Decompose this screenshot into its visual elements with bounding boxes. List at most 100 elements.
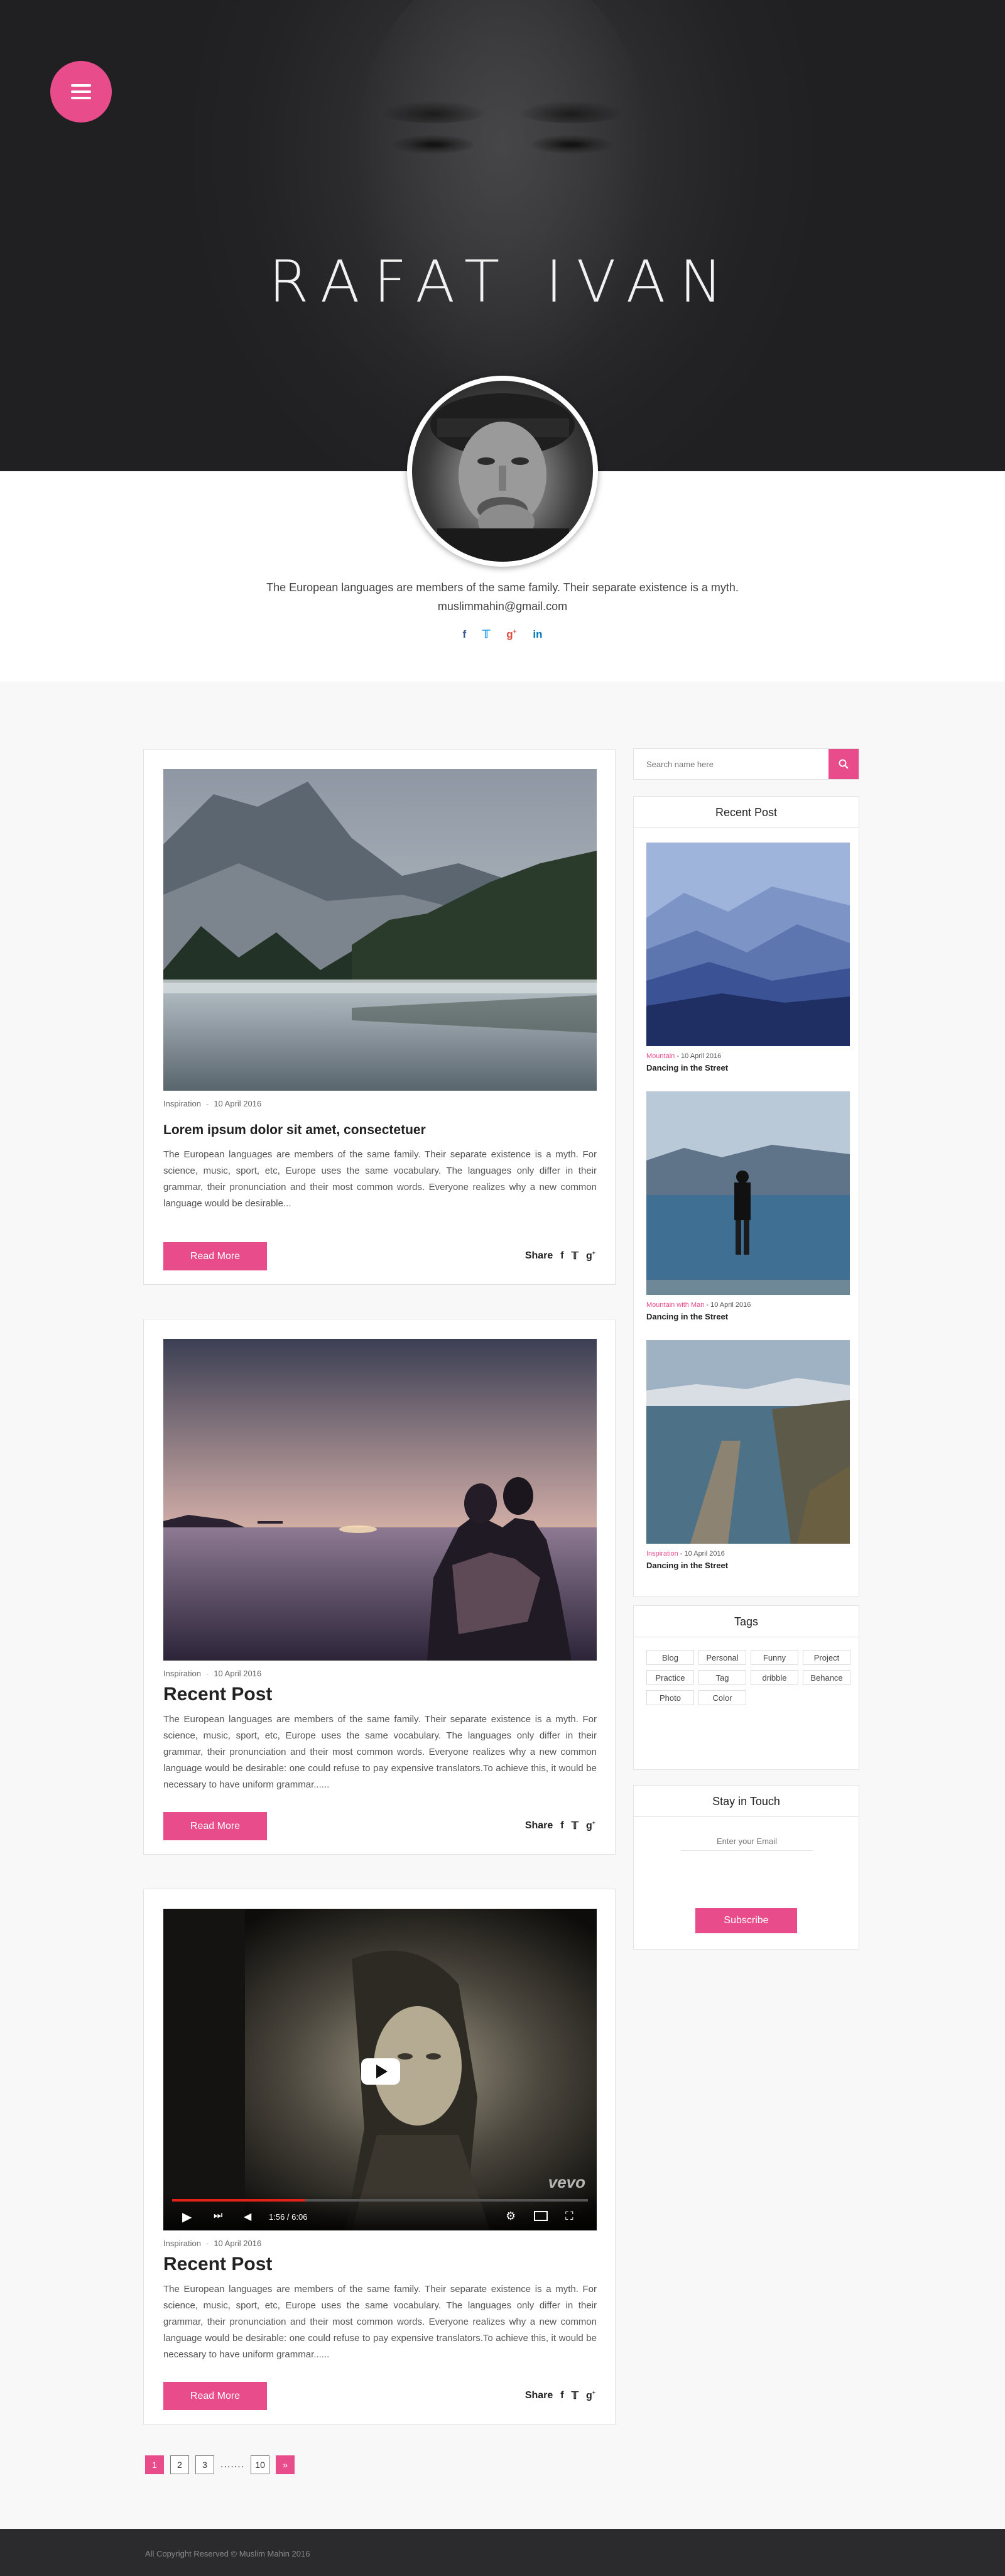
next-page-button[interactable]: » — [276, 2455, 295, 2474]
twitter-icon[interactable]: 𝕋 — [572, 2389, 579, 2402]
recent-post-title[interactable]: Dancing in the Street — [646, 1561, 728, 1570]
tag-item[interactable]: Funny — [751, 1650, 798, 1665]
volume-icon[interactable]: ◀ — [244, 2210, 251, 2223]
email-field[interactable] — [681, 1832, 813, 1851]
tag-item[interactable]: Blog — [646, 1650, 694, 1665]
search-input[interactable] — [634, 749, 828, 779]
video-progress-track[interactable] — [172, 2199, 588, 2202]
recent-post-category[interactable]: Mountain — [646, 1052, 675, 1060]
hamburger-menu-icon — [71, 84, 91, 99]
read-more-button[interactable]: Read More — [163, 1812, 267, 1840]
tag-item[interactable]: Tag — [698, 1670, 746, 1685]
tags-widget: Tags Blog Personal Funny Project Practic… — [633, 1605, 859, 1770]
tag-cloud: Blog Personal Funny Project Practice Tag… — [646, 1650, 854, 1705]
post-date: 10 April 2016 — [214, 2239, 262, 2248]
tag-item[interactable]: Project — [803, 1650, 850, 1665]
post-image — [163, 1339, 597, 1661]
post-card: Inspiration -10 April 2016 Lorem ipsum do… — [143, 749, 616, 1285]
footer: All Copyright Reserved © Muslim Mahin 20… — [0, 2529, 1005, 2576]
page-link-3[interactable]: 3 — [195, 2455, 214, 2474]
post-image — [163, 769, 597, 1091]
search-button[interactable] — [828, 749, 859, 779]
facebook-icon[interactable]: f — [560, 1250, 563, 1262]
share-links: Share f 𝕋 g+ — [525, 1820, 595, 1832]
post-category[interactable]: Inspiration — [163, 2239, 201, 2248]
profile-bio: The European languages are members of th… — [266, 581, 739, 594]
share-label: Share — [524, 2390, 553, 2401]
post-title[interactable]: Lorem ipsum dolor sit amet, consectetuer — [163, 1123, 426, 1138]
play-icon[interactable]: ▶ — [182, 2209, 192, 2225]
google-plus-icon[interactable]: g+ — [586, 1250, 595, 1262]
post-card: Inspiration -10 April 2016 Recent Post Th… — [143, 1319, 616, 1855]
page-link-last[interactable]: 10 — [251, 2455, 270, 2474]
video-watermark: vevo — [548, 2173, 585, 2191]
pagination-ellipsis: ....... — [220, 2459, 245, 2470]
recent-post-image[interactable] — [646, 1091, 850, 1295]
post-date: 10 April 2016 — [214, 1099, 262, 1108]
widget-title: Tags — [634, 1606, 859, 1637]
post-category[interactable]: Inspiration — [163, 1669, 201, 1678]
video-player[interactable]: vevo ▶ ⏭ ◀ 1:56 / 6:06 ⚙ ⛶ — [163, 1909, 597, 2230]
recent-post-meta: Inspiration - 10 April 2016 — [646, 1550, 725, 1558]
recent-post-category[interactable]: Inspiration — [646, 1550, 678, 1558]
wooden-pier-image — [646, 1340, 850, 1544]
hero-portrait-eye — [531, 135, 612, 154]
page-link-2[interactable]: 2 — [170, 2455, 189, 2474]
theater-mode-icon[interactable] — [534, 2211, 548, 2221]
blue-mountains-image — [646, 843, 850, 1046]
read-more-button[interactable]: Read More — [163, 1242, 267, 1270]
google-plus-icon[interactable]: g+ — [586, 1820, 595, 1831]
twitter-icon[interactable]: 𝕋 — [572, 1820, 579, 1832]
linkedin-icon[interactable]: in — [533, 628, 542, 641]
share-links: Share f 𝕋 g+ — [525, 1250, 595, 1262]
misty-mountain-lake-image — [163, 769, 597, 1091]
fullscreen-icon[interactable]: ⛶ — [565, 2210, 573, 2223]
recent-post-category[interactable]: Mountain with Man — [646, 1301, 704, 1309]
post-category[interactable]: Inspiration — [163, 1099, 201, 1108]
tag-item[interactable]: Practice — [646, 1670, 694, 1685]
subscribe-button[interactable]: Subscribe — [695, 1908, 797, 1933]
post-meta: Inspiration -10 April 2016 — [163, 2239, 262, 2248]
tag-item[interactable]: Behance — [803, 1670, 850, 1685]
recent-post-image[interactable] — [646, 843, 850, 1046]
settings-gear-icon[interactable]: ⚙ — [506, 2210, 516, 2223]
copyright-text: All Copyright Reserved © Muslim Mahin 20… — [145, 2549, 310, 2558]
avatar-portrait-graphic — [430, 393, 575, 562]
site-title: RAFAT IVAN — [268, 248, 737, 315]
page-link-1[interactable]: 1 — [145, 2455, 164, 2474]
hero-background-portrait — [352, 0, 653, 402]
play-icon — [376, 2065, 388, 2078]
google-plus-icon[interactable]: g+ — [586, 2389, 595, 2401]
share-label: Share — [524, 1820, 553, 1831]
tag-item[interactable]: Personal — [698, 1650, 746, 1665]
post-excerpt: The European languages are members of th… — [163, 1149, 597, 1209]
post-date: 10 April 2016 — [214, 1669, 262, 1678]
recent-post-title[interactable]: Dancing in the Street — [646, 1312, 728, 1321]
hero-portrait-brow — [380, 101, 487, 123]
twitter-icon[interactable]: 𝕋 — [482, 628, 490, 641]
google-plus-icon[interactable]: g+ — [506, 628, 516, 641]
twitter-icon[interactable]: 𝕋 — [572, 1250, 579, 1262]
recent-post-meta: Mountain - 10 April 2016 — [646, 1052, 722, 1060]
post-title[interactable]: Recent Post — [163, 1684, 272, 1705]
tag-item[interactable]: Color — [698, 1690, 746, 1705]
tag-item[interactable]: Photo — [646, 1690, 694, 1705]
recent-post-image[interactable] — [646, 1340, 850, 1544]
skip-next-icon[interactable]: ⏭ — [214, 2210, 222, 2222]
video-controls: ▶ ⏭ ◀ 1:56 / 6:06 ⚙ ⛶ — [163, 2193, 597, 2230]
play-button-overlay[interactable] — [361, 2058, 400, 2085]
facebook-icon[interactable]: f — [560, 2390, 563, 2401]
avatar — [407, 376, 598, 567]
facebook-icon[interactable]: f — [462, 628, 466, 641]
recent-post-title[interactable]: Dancing in the Street — [646, 1063, 728, 1072]
post-excerpt: The European languages are members of th… — [163, 1714, 597, 1790]
avatar-image — [412, 381, 593, 562]
share-label: Share — [524, 1250, 553, 1261]
read-more-button[interactable]: Read More — [163, 2382, 267, 2410]
newsletter-widget: Stay in Touch Subscribe — [633, 1785, 859, 1950]
tag-item[interactable]: dribble — [751, 1670, 798, 1685]
search-icon — [839, 759, 849, 769]
facebook-icon[interactable]: f — [560, 1820, 563, 1831]
post-title[interactable]: Recent Post — [163, 2254, 272, 2275]
menu-button[interactable] — [50, 61, 112, 123]
